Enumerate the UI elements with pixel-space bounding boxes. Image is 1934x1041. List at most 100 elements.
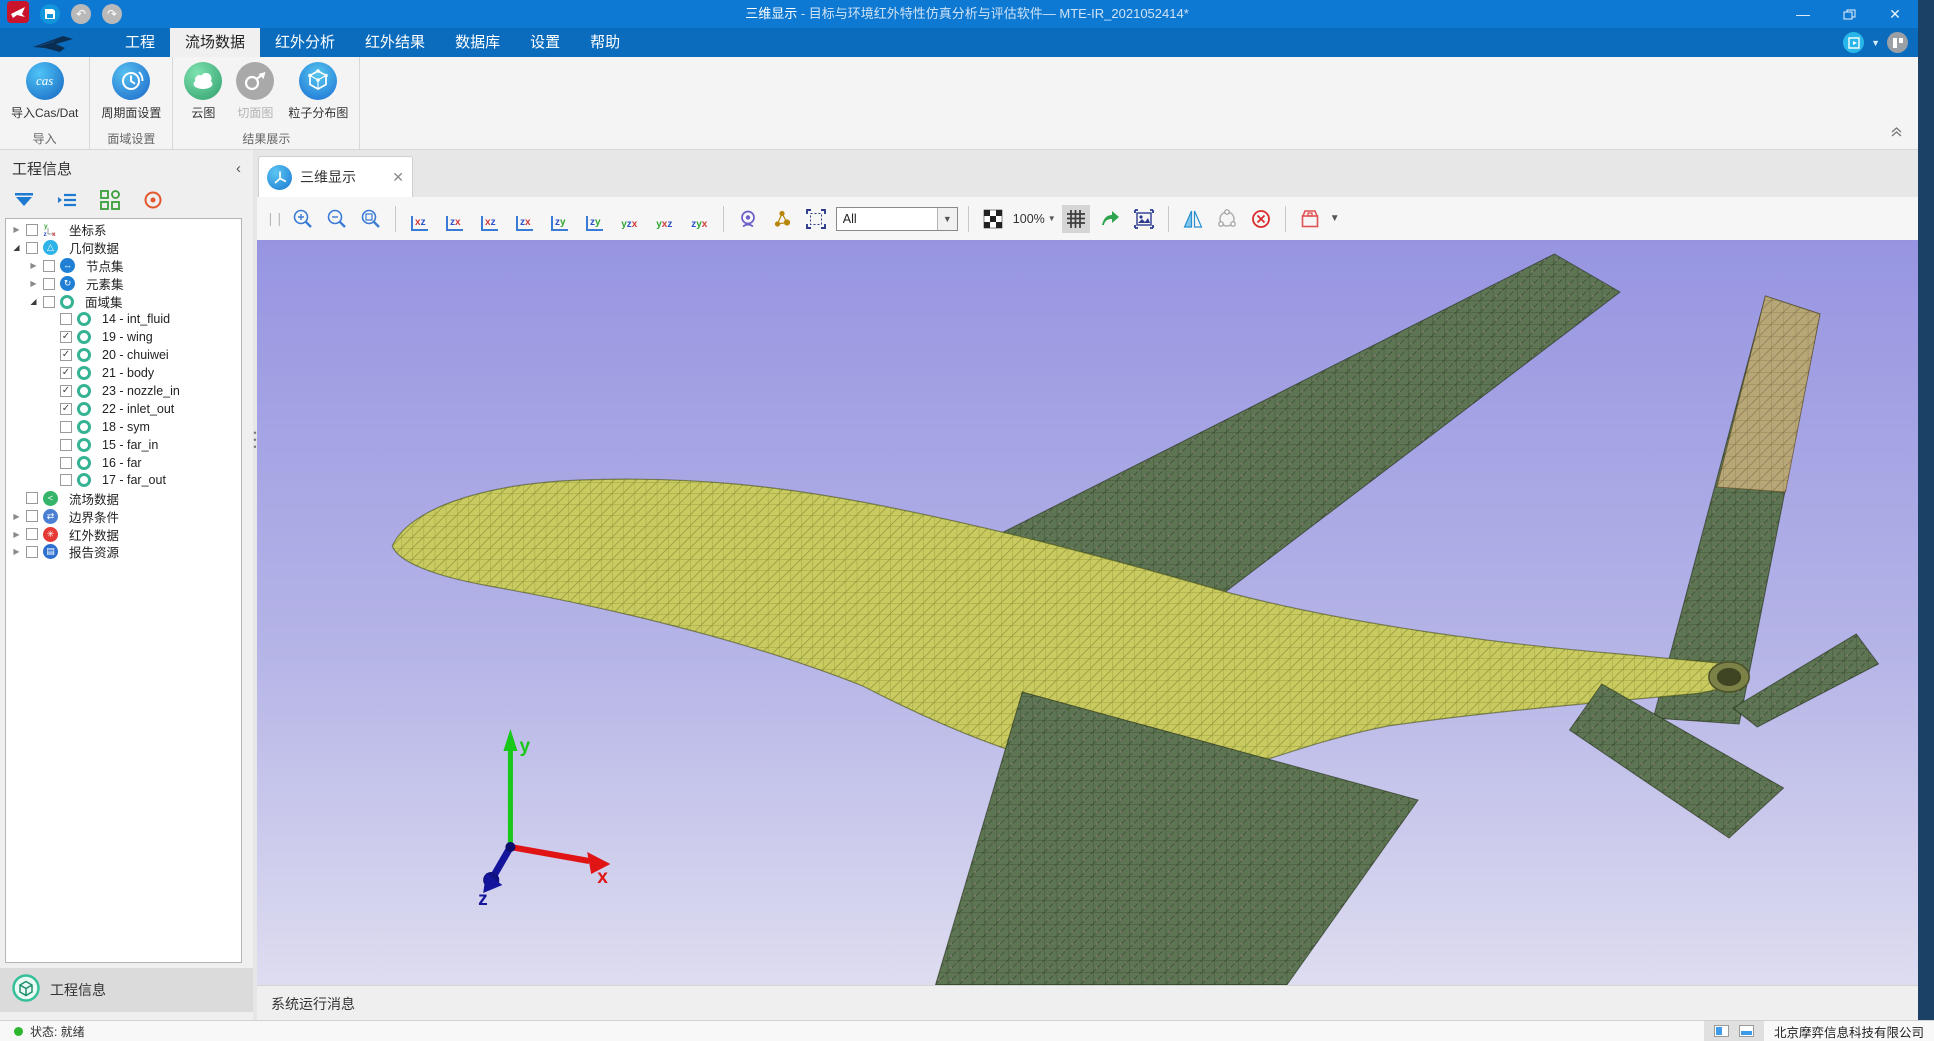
titlebar-tool-button-b[interactable] — [1887, 32, 1908, 53]
view-iso-1-button[interactable]: yzx — [616, 207, 643, 231]
tree-checkbox[interactable] — [26, 510, 38, 522]
mirror-icon[interactable] — [1179, 205, 1207, 233]
periodic-face-button[interactable]: 周期面设置 — [94, 62, 168, 121]
menu-engineering[interactable]: 工程 — [110, 28, 170, 57]
menu-infrared-analysis[interactable]: 红外分析 — [260, 28, 350, 57]
tree-boundary-conditions[interactable]: ▶⇄边界条件 — [6, 507, 241, 525]
right-dock-strip[interactable] — [1918, 0, 1934, 1020]
grid-view-icon[interactable] — [98, 189, 122, 211]
particle-plot-button[interactable]: 粒子分布图 — [281, 62, 355, 121]
region-combobox[interactable]: All ▼ — [836, 207, 958, 231]
snapshot-icon[interactable] — [1130, 205, 1158, 233]
close-button[interactable]: ✕ — [1872, 0, 1918, 28]
locate-icon[interactable] — [141, 189, 165, 211]
tree-face-set[interactable]: ◢面域集 — [6, 293, 241, 311]
tree-checkbox[interactable] — [60, 313, 72, 325]
tree-geometry-data[interactable]: ◢△几何数据 — [6, 239, 241, 257]
tree-face-23[interactable]: ✓23 - nozzle_in — [6, 382, 241, 400]
undo-button[interactable]: ↶ — [71, 4, 91, 24]
tree-checkbox[interactable] — [26, 546, 38, 558]
tree-face-22[interactable]: ✓22 - inlet_out — [6, 400, 241, 418]
tree-checkbox[interactable]: ✓ — [60, 367, 72, 379]
expand-arrow-icon[interactable]: ▶ — [27, 261, 40, 270]
view-iso-2-button[interactable]: yxz — [651, 207, 678, 231]
tree-coordinate-system[interactable]: ▶yzx坐标系 — [6, 221, 241, 239]
tree-face-19[interactable]: ✓19 - wing — [6, 328, 241, 346]
zoom-in-icon[interactable] — [289, 205, 317, 233]
tree-checkbox[interactable] — [60, 421, 72, 433]
view-bottom-button[interactable]: zy — [581, 207, 608, 231]
tree-node-set[interactable]: ▶↔节点集 — [6, 257, 241, 275]
tree-face-16[interactable]: 16 - far — [6, 454, 241, 472]
menu-database[interactable]: 数据库 — [440, 28, 515, 57]
node-select-icon[interactable] — [768, 205, 796, 233]
tree-checkbox[interactable] — [26, 242, 38, 254]
expand-arrow-icon[interactable]: ▶ — [10, 530, 23, 539]
tree-face-17[interactable]: 17 - far_out — [6, 471, 241, 489]
zoom-out-icon[interactable] — [323, 205, 351, 233]
toolbar-drag-handle[interactable]: ❘❘ — [265, 211, 283, 227]
export-icon[interactable] — [1096, 205, 1124, 233]
probe-icon[interactable] — [734, 205, 762, 233]
restore-button[interactable] — [1826, 0, 1872, 28]
tree-face-21[interactable]: ✓21 - body — [6, 364, 241, 382]
tab-3d-view[interactable]: 三维显示 ✕ — [258, 156, 413, 197]
expand-arrow-icon[interactable]: ▶ — [10, 547, 23, 556]
region-combobox-arrow[interactable]: ▼ — [937, 208, 957, 230]
import-cas-dat-button[interactable]: cas导入Cas/Dat — [4, 62, 85, 121]
section-box-icon[interactable] — [1296, 205, 1324, 233]
tree-checkbox[interactable] — [43, 278, 55, 290]
menu-help[interactable]: 帮助 — [575, 28, 635, 57]
menu-infrared-results[interactable]: 红外结果 — [350, 28, 440, 57]
mesh-toggle-icon[interactable] — [1062, 205, 1090, 233]
collapse-arrow-icon[interactable]: ◢ — [10, 243, 23, 252]
collapse-arrow-icon[interactable]: ◢ — [27, 297, 40, 306]
viewport-3d[interactable]: y x z — [257, 240, 1934, 985]
redo-button[interactable]: ↷ — [102, 4, 122, 24]
list-view-icon[interactable] — [55, 189, 79, 211]
tab-close-icon[interactable]: ✕ — [392, 169, 404, 186]
minimize-button[interactable]: — — [1780, 0, 1826, 28]
tree-face-14[interactable]: 14 - int_fluid — [6, 310, 241, 328]
panel-collapse-icon[interactable]: ‹ — [236, 160, 241, 177]
tree-checkbox[interactable] — [60, 439, 72, 451]
transparency-icon[interactable] — [979, 205, 1007, 233]
smooth-region-icon[interactable] — [1213, 205, 1241, 233]
layout-split-icon[interactable] — [1714, 1025, 1729, 1037]
tree-checkbox[interactable] — [26, 528, 38, 540]
tree-checkbox[interactable] — [26, 224, 38, 236]
save-button[interactable] — [40, 4, 60, 24]
tree-flowfield-data[interactable]: <流场数据 — [6, 489, 241, 507]
tree-checkbox[interactable] — [60, 457, 72, 469]
tree-checkbox[interactable]: ✓ — [60, 349, 72, 361]
tree-element-set[interactable]: ▶↻元素集 — [6, 275, 241, 293]
menu-flowfield-data[interactable]: 流场数据 — [170, 28, 260, 57]
titlebar-tool-button-a[interactable] — [1843, 32, 1864, 53]
contour-plot-button[interactable]: 云图 — [177, 62, 229, 121]
tree-face-15[interactable]: 15 - far_in — [6, 436, 241, 454]
tree-report-resources[interactable]: ▶▤报告资源 — [6, 543, 241, 561]
tree-infrared-data[interactable]: ▶✳红外数据 — [6, 525, 241, 543]
expand-arrow-icon[interactable]: ▶ — [10, 225, 23, 234]
expand-arrow-icon[interactable]: ▶ — [27, 279, 40, 288]
filter-icon[interactable] — [12, 189, 36, 211]
view-left-button[interactable]: xz — [476, 207, 503, 231]
tree-checkbox[interactable] — [60, 474, 72, 486]
tree-checkbox[interactable] — [43, 296, 55, 308]
tree-checkbox[interactable]: ✓ — [60, 331, 72, 343]
tree-checkbox[interactable] — [26, 492, 38, 504]
tree-checkbox[interactable] — [43, 260, 55, 272]
layout-bottom-icon[interactable] — [1739, 1025, 1754, 1037]
ribbon-collapse-icon[interactable] — [1889, 125, 1904, 143]
panel-bottom-bar[interactable]: 工程信息 — [0, 968, 253, 1012]
tree-checkbox[interactable]: ✓ — [60, 403, 72, 415]
opacity-dropdown[interactable]: 100%▼ — [1013, 212, 1056, 226]
view-back-button[interactable]: zx — [441, 207, 468, 231]
tree-face-20[interactable]: ✓20 - chuiwei — [6, 346, 241, 364]
section-box-dropdown[interactable]: ▼ — [1330, 213, 1340, 224]
clear-icon[interactable] — [1247, 205, 1275, 233]
view-top-button[interactable]: zy — [546, 207, 573, 231]
menu-settings[interactable]: 设置 — [515, 28, 575, 57]
tree-checkbox[interactable]: ✓ — [60, 385, 72, 397]
view-right-button[interactable]: zx — [511, 207, 538, 231]
